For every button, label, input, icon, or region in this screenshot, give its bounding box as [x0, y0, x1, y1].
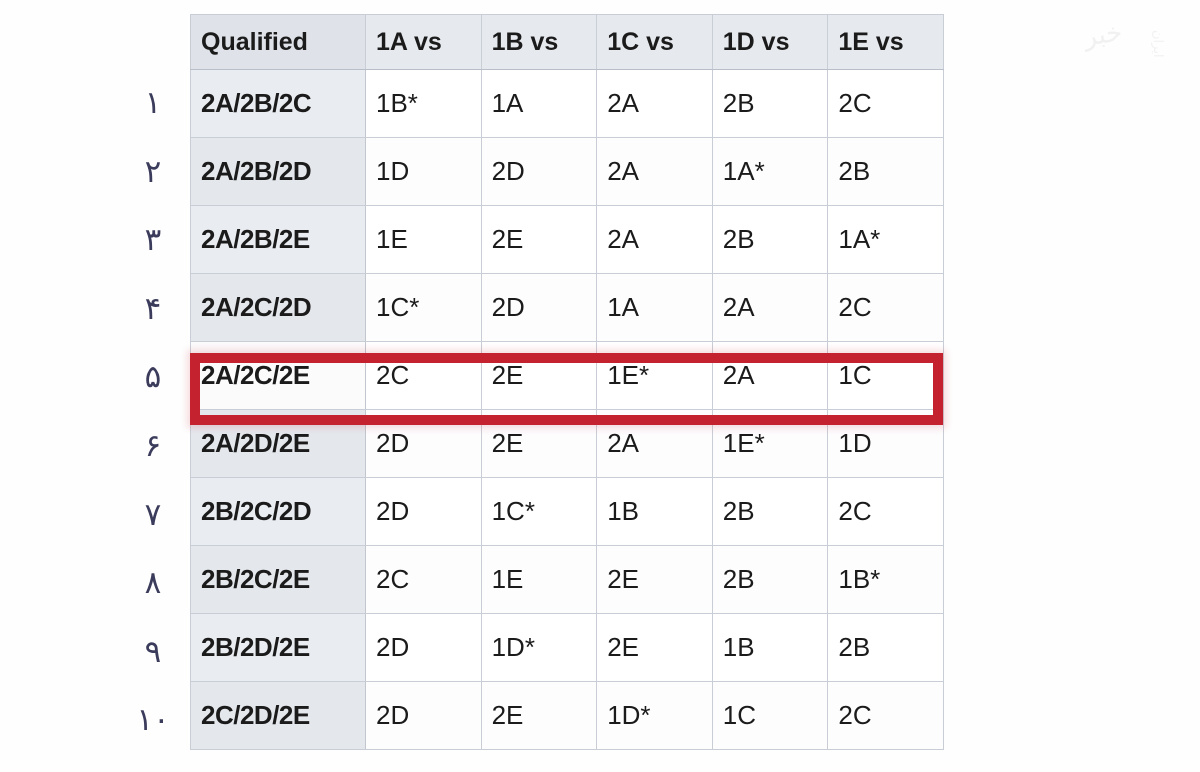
cell-matchup: 1D [365, 137, 482, 206]
cell-qualified: 2B/2D/2E [190, 613, 366, 682]
cell-matchup: 1D* [480, 613, 598, 682]
fixtures-table: Qualified 1A vs 1B vs 1C vs 1D vs 1E vs … [190, 14, 944, 750]
row-index-numeral: ۱ [144, 85, 162, 121]
row-index-numeral: ۹ [144, 633, 162, 670]
column-header-1a: 1A vs [365, 14, 482, 70]
cell-matchup: 2C [365, 341, 482, 410]
cell-matchup: 2C [365, 545, 482, 614]
table-row: 2A/2C/2D 1C* 2D 1A 2A 2C [190, 273, 944, 342]
table-body: 2A/2B/2C 1B* 1A 2A 2B 2C 2A/2B/2D 1D 2D 2A 1A* 2B 2A… [190, 69, 944, 750]
cell-matchup: 2C [827, 273, 944, 342]
cell-matchup: 2A [711, 341, 829, 410]
cell-matchup: 1B [711, 613, 829, 682]
cell-matchup: 1A* [711, 137, 829, 206]
row-index-numeral: ۵ [144, 359, 162, 396]
cell-matchup: 2B [711, 205, 829, 274]
cell-matchup: 2D [480, 273, 598, 342]
cell-matchup: 2E [480, 341, 598, 410]
column-header-1d: 1D vs [711, 14, 829, 70]
table-row: 2B/2C/2E 2C 1E 2E 2B 1B* [190, 545, 944, 614]
cell-matchup: 2E [480, 409, 598, 478]
fixtures-table-container: Qualified 1A vs 1B vs 1C vs 1D vs 1E vs … [190, 14, 944, 750]
cell-matchup: 2B [711, 477, 829, 546]
cell-qualified: 2A/2B/2D [190, 137, 366, 206]
cell-matchup: 1E* [711, 409, 829, 478]
row-index-numeral: ۱۰ [136, 702, 170, 739]
cell-matchup: 2B [827, 137, 944, 206]
cell-matchup: 1D [827, 409, 944, 478]
row-index-numeral: ۷ [144, 496, 162, 533]
cell-matchup: 2A [596, 69, 713, 138]
cell-qualified: 2A/2B/2C [190, 69, 366, 138]
cell-matchup: 1C [711, 681, 829, 750]
cell-matchup: 2E [596, 613, 713, 682]
table-row: 2C/2D/2E 2D 2E 1D* 1C 2C [190, 681, 944, 750]
column-header-1b: 1B vs [480, 14, 598, 70]
cell-matchup: 1C* [365, 273, 482, 342]
cell-matchup: 2A [596, 409, 713, 478]
table-row: 2A/2D/2E 2D 2E 2A 1E* 1D [190, 409, 944, 478]
cell-matchup: 2B [711, 545, 829, 614]
table-row: 2A/2B/2C 1B* 1A 2A 2B 2C [190, 69, 944, 138]
cell-matchup: 2E [480, 205, 598, 274]
cell-matchup: 2D [365, 409, 482, 478]
table-row: 2B/2D/2E 2D 1D* 2E 1B 2B [190, 613, 944, 682]
cell-matchup: 2D [365, 681, 482, 750]
cell-matchup: 2C [827, 477, 944, 546]
cell-matchup: 1B [596, 477, 713, 546]
cell-matchup: 1E [480, 545, 598, 614]
cell-matchup: 1E* [596, 341, 713, 410]
table-header: Qualified 1A vs 1B vs 1C vs 1D vs 1E vs [190, 14, 944, 70]
table-row: 2A/2B/2E 1E 2E 2A 2B 1A* [190, 205, 944, 274]
table-row: 2B/2C/2D 2D 1C* 1B 2B 2C [190, 477, 944, 546]
cell-qualified: 2A/2C/2E [190, 341, 366, 410]
cell-matchup: 2C [827, 69, 944, 138]
cell-matchup: 2B [711, 69, 829, 138]
cell-matchup: 2A [596, 205, 713, 274]
cell-qualified: 2C/2D/2E [190, 681, 366, 750]
cell-matchup: 1C* [480, 477, 598, 546]
cell-matchup: 2A [596, 137, 713, 206]
row-index-numeral: ۶ [144, 428, 162, 464]
cell-matchup: 1A [596, 273, 713, 342]
header-row: Qualified 1A vs 1B vs 1C vs 1D vs 1E vs [190, 14, 944, 70]
cell-matchup: 1D* [596, 681, 713, 750]
cell-matchup: 2D [365, 613, 482, 682]
cell-matchup: 1A [480, 69, 598, 138]
column-header-qualified: Qualified [190, 14, 366, 70]
cell-matchup: 2C [827, 681, 944, 750]
cell-qualified: 2B/2C/2E [190, 545, 366, 614]
cell-matchup: 2D [365, 477, 482, 546]
row-index-column: ۱ ۲ ۳ ۴ ۵ ۶ ۷ ۸ ۹ ۱۰ [122, 14, 184, 758]
column-header-1e: 1E vs [827, 14, 944, 70]
row-index-numeral: ۴ [144, 290, 162, 327]
cell-matchup: 1A* [827, 205, 944, 274]
cell-matchup: 1B* [827, 545, 944, 614]
cell-matchup: 2B [827, 613, 944, 682]
table-row: 2A/2B/2D 1D 2D 2A 1A* 2B [190, 137, 944, 206]
cell-matchup: 2E [480, 681, 598, 750]
cell-matchup: 1C [827, 341, 944, 410]
table-row: 2A/2C/2E 2C 2E 1E* 2A 1C [190, 341, 944, 410]
cell-matchup: 2A [711, 273, 829, 342]
cell-qualified: 2A/2C/2D [190, 273, 366, 342]
watermark-text: ایران [1150, 30, 1165, 58]
column-header-1c: 1C vs [596, 14, 713, 70]
cell-matchup: 1B* [365, 69, 482, 138]
cell-qualified: 2A/2B/2E [190, 205, 366, 274]
row-index-numeral: ۸ [144, 565, 162, 602]
cell-qualified: 2A/2D/2E [190, 409, 366, 478]
cell-qualified: 2B/2C/2D [190, 477, 366, 546]
cell-matchup: 2E [596, 545, 713, 614]
row-index-numeral: ۳ [144, 222, 162, 259]
row-index-numeral: ۲ [144, 153, 162, 190]
cell-matchup: 1E [365, 205, 482, 274]
watermark-logo: خبر [1082, 17, 1125, 53]
cell-matchup: 2D [480, 137, 598, 206]
page-canvas: خبر ایران ۱ ۲ ۳ ۴ ۵ ۶ ۷ ۸ ۹ ۱۰ Qualified 1A vs 1B… [0, 0, 1200, 772]
